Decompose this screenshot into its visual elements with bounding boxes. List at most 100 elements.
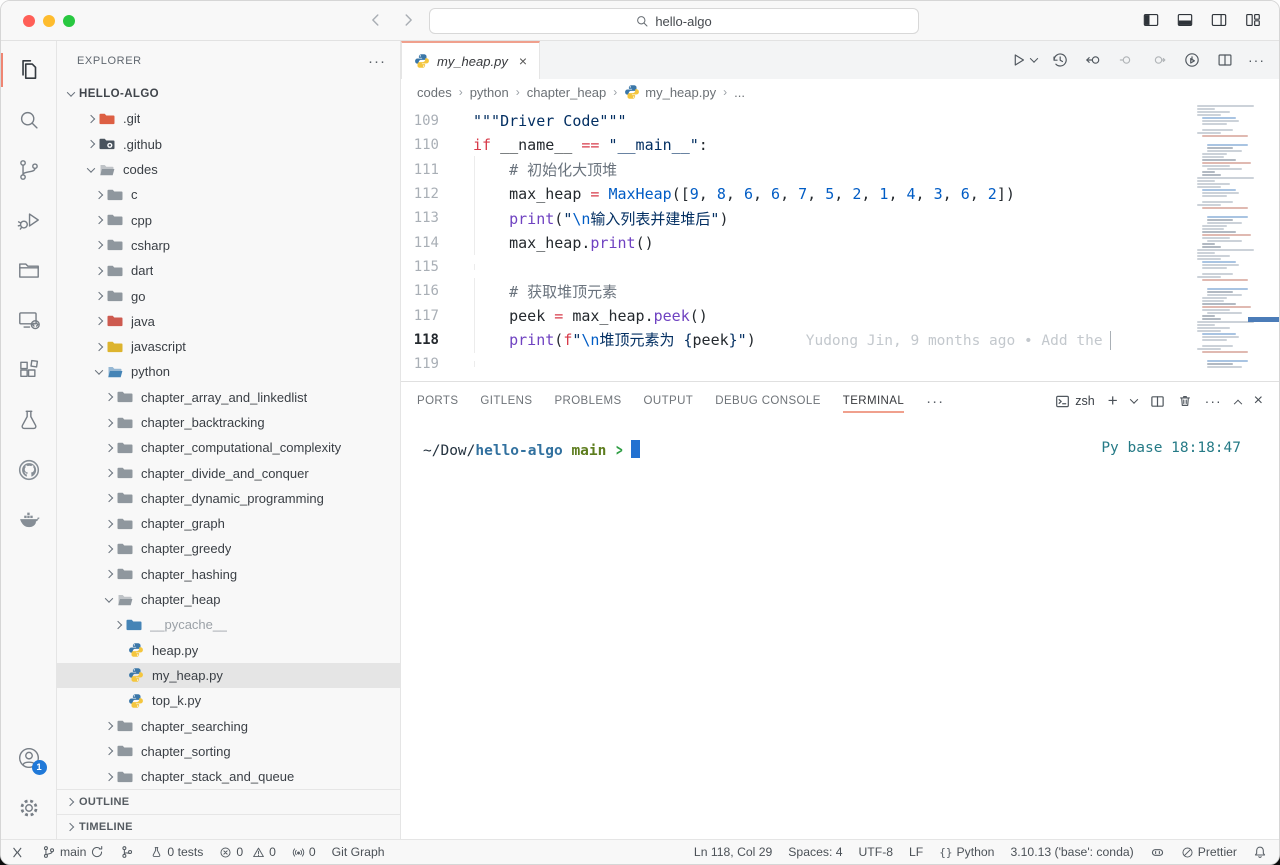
tree-row-javascript[interactable]: javascript	[57, 334, 400, 359]
language-mode[interactable]: {}Python	[939, 845, 994, 859]
prettier-status[interactable]: Prettier	[1181, 845, 1237, 859]
run-python-file-icon[interactable]	[1008, 50, 1037, 70]
tree-row-chapter-backtracking[interactable]: chapter_backtracking	[57, 410, 400, 435]
problems-status[interactable]: 0 0	[219, 845, 276, 859]
panel-tab-problems[interactable]: PROBLEMS	[554, 382, 621, 420]
code-line-110[interactable]: 110if __name__ == "__main__":	[401, 133, 1279, 157]
zoom-window-button[interactable]	[63, 15, 75, 27]
split-editor-icon[interactable]	[1215, 50, 1235, 70]
close-tab-icon[interactable]: ×	[519, 53, 527, 69]
activity-run-debug[interactable]	[1, 195, 57, 245]
tree-row-c[interactable]: c	[57, 182, 400, 207]
copilot-status-icon[interactable]	[1150, 845, 1165, 860]
tree-row--pycache-[interactable]: __pycache__	[57, 612, 400, 637]
encoding-setting[interactable]: UTF-8	[859, 845, 894, 859]
terminal[interactable]: ~/Dow/hello-algo main > Py base 18:18:47	[401, 420, 1279, 839]
activity-remote-explorer[interactable]	[1, 295, 57, 345]
tree-row-chapter-greedy[interactable]: chapter_greedy	[57, 536, 400, 561]
open-changes-icon[interactable]	[1083, 50, 1103, 70]
accounts-button[interactable]: 1	[1, 733, 57, 783]
tree-row-java[interactable]: java	[57, 309, 400, 334]
toggle-primary-sidebar-icon[interactable]	[1141, 10, 1161, 30]
tree-row-codes[interactable]: codes	[57, 157, 400, 182]
tree-row-chapter-dynamic-programming[interactable]: chapter_dynamic_programming	[57, 486, 400, 511]
git-graph-status[interactable]: Git Graph	[332, 845, 385, 859]
close-window-button[interactable]	[23, 15, 35, 27]
tree-row--github[interactable]: .github	[57, 132, 400, 157]
tree-row-chapter-hashing[interactable]: chapter_hashing	[57, 562, 400, 587]
notifications-bell-icon[interactable]	[1253, 845, 1267, 859]
activity-explorer[interactable]	[1, 45, 57, 95]
kill-terminal-icon[interactable]	[1178, 394, 1192, 408]
tree-row-top-k-py[interactable]: top_k.py	[57, 688, 400, 713]
run-below-icon[interactable]	[1182, 50, 1202, 70]
activity-github[interactable]	[1, 445, 57, 495]
maximize-panel-icon[interactable]	[1233, 400, 1241, 408]
code-line-111[interactable]: 111 # 初始化大顶堆	[401, 158, 1279, 182]
git-graph-icon-button[interactable]	[120, 845, 134, 859]
navigate-back-icon[interactable]	[367, 11, 385, 29]
activity-extensions[interactable]	[1, 345, 57, 395]
cursor-position[interactable]: Ln 118, Col 29	[694, 845, 772, 859]
panel-more-tabs-icon[interactable]: ···	[926, 393, 944, 410]
breadcrumb-item[interactable]: chapter_heap	[527, 85, 607, 100]
timeline-section[interactable]: TIMELINE	[57, 814, 400, 839]
tree-row-my-heap-py[interactable]: my_heap.py	[57, 663, 400, 688]
terminal-profile-dropdown-icon[interactable]	[1129, 395, 1137, 403]
navigate-forward-icon[interactable]	[399, 11, 417, 29]
panel-tab-terminal[interactable]: TERMINAL	[843, 382, 904, 420]
tests-status[interactable]: 0 tests	[150, 845, 203, 859]
toggle-panel-icon[interactable]	[1175, 10, 1195, 30]
tree-row-chapter-divide-and-conquer[interactable]: chapter_divide_and_conquer	[57, 460, 400, 485]
panel-tab-gitlens[interactable]: GITLENS	[480, 382, 532, 420]
tree-row-chapter-array-and-linkedlist[interactable]: chapter_array_and_linkedlist	[57, 385, 400, 410]
code-line-113[interactable]: 113 print("\n输入列表并建堆后")	[401, 206, 1279, 230]
command-center-search[interactable]: hello-algo	[429, 8, 919, 34]
explorer-more-actions-icon[interactable]: ···	[368, 53, 386, 70]
tree-row-heap-py[interactable]: heap.py	[57, 638, 400, 663]
code-line-115[interactable]: 115	[401, 255, 1279, 279]
code-line-112[interactable]: 112 max_heap = MaxHeap([9, 8, 6, 6, 7, 5…	[401, 182, 1279, 206]
code-line-109[interactable]: 109"""Driver Code"""	[401, 109, 1279, 133]
tree-row-go[interactable]: go	[57, 283, 400, 308]
customize-layout-icon[interactable]	[1243, 10, 1263, 30]
code-editor[interactable]: 109"""Driver Code"""110if __name__ == "_…	[401, 105, 1279, 381]
tree-row-chapter-graph[interactable]: chapter_graph	[57, 511, 400, 536]
code-line-116[interactable]: 116 # 获取堆顶元素	[401, 279, 1279, 303]
code-line-119[interactable]: 119	[401, 352, 1279, 376]
close-panel-icon[interactable]: ×	[1254, 392, 1263, 410]
activity-file-folder[interactable]	[1, 245, 57, 295]
tree-row-dart[interactable]: dart	[57, 258, 400, 283]
tree-row-chapter-stack-and-queue[interactable]: chapter_stack_and_queue	[57, 764, 400, 789]
terminal-shell-item[interactable]: zsh	[1055, 394, 1094, 409]
toggle-secondary-sidebar-icon[interactable]	[1209, 10, 1229, 30]
tree-row-csharp[interactable]: csharp	[57, 233, 400, 258]
tree-row-chapter-sorting[interactable]: chapter_sorting	[57, 739, 400, 764]
panel-tab-output[interactable]: OUTPUT	[644, 382, 694, 420]
outline-section[interactable]: OUTLINE	[57, 789, 400, 814]
breadcrumb-item[interactable]: my_heap.py	[624, 84, 716, 100]
remote-indicator[interactable]	[11, 845, 26, 860]
eol-setting[interactable]: LF	[909, 845, 923, 859]
panel-more-actions-icon[interactable]: ···	[1205, 393, 1222, 409]
panel-tab-ports[interactable]: PORTS	[417, 382, 458, 420]
branch-status[interactable]: main	[42, 845, 104, 859]
split-terminal-icon[interactable]	[1150, 394, 1165, 409]
tree-row--git[interactable]: .git	[57, 106, 400, 131]
code-line-117[interactable]: 117 peek = max_heap.peek()	[401, 303, 1279, 327]
new-terminal-icon[interactable]: +	[1108, 391, 1118, 411]
tree-row-python[interactable]: python	[57, 359, 400, 384]
breadcrumb-item[interactable]: python	[470, 85, 509, 100]
activity-testing[interactable]	[1, 395, 57, 445]
minimap[interactable]	[1193, 105, 1279, 377]
activity-source-control[interactable]	[1, 145, 57, 195]
ports-status[interactable]: 0	[292, 845, 316, 859]
activity-search[interactable]	[1, 95, 57, 145]
breadcrumb-item[interactable]: ...	[734, 85, 745, 100]
settings-button[interactable]	[1, 783, 57, 833]
timeline-history-icon[interactable]	[1050, 50, 1070, 70]
breadcrumb-item[interactable]: codes	[417, 85, 452, 100]
panel-tab-debug-console[interactable]: DEBUG CONSOLE	[715, 382, 821, 420]
code-line-118[interactable]: 118 print(f"\n堆顶元素为 {peek}")Yudong Jin, …	[401, 328, 1279, 352]
minimize-window-button[interactable]	[43, 15, 55, 27]
